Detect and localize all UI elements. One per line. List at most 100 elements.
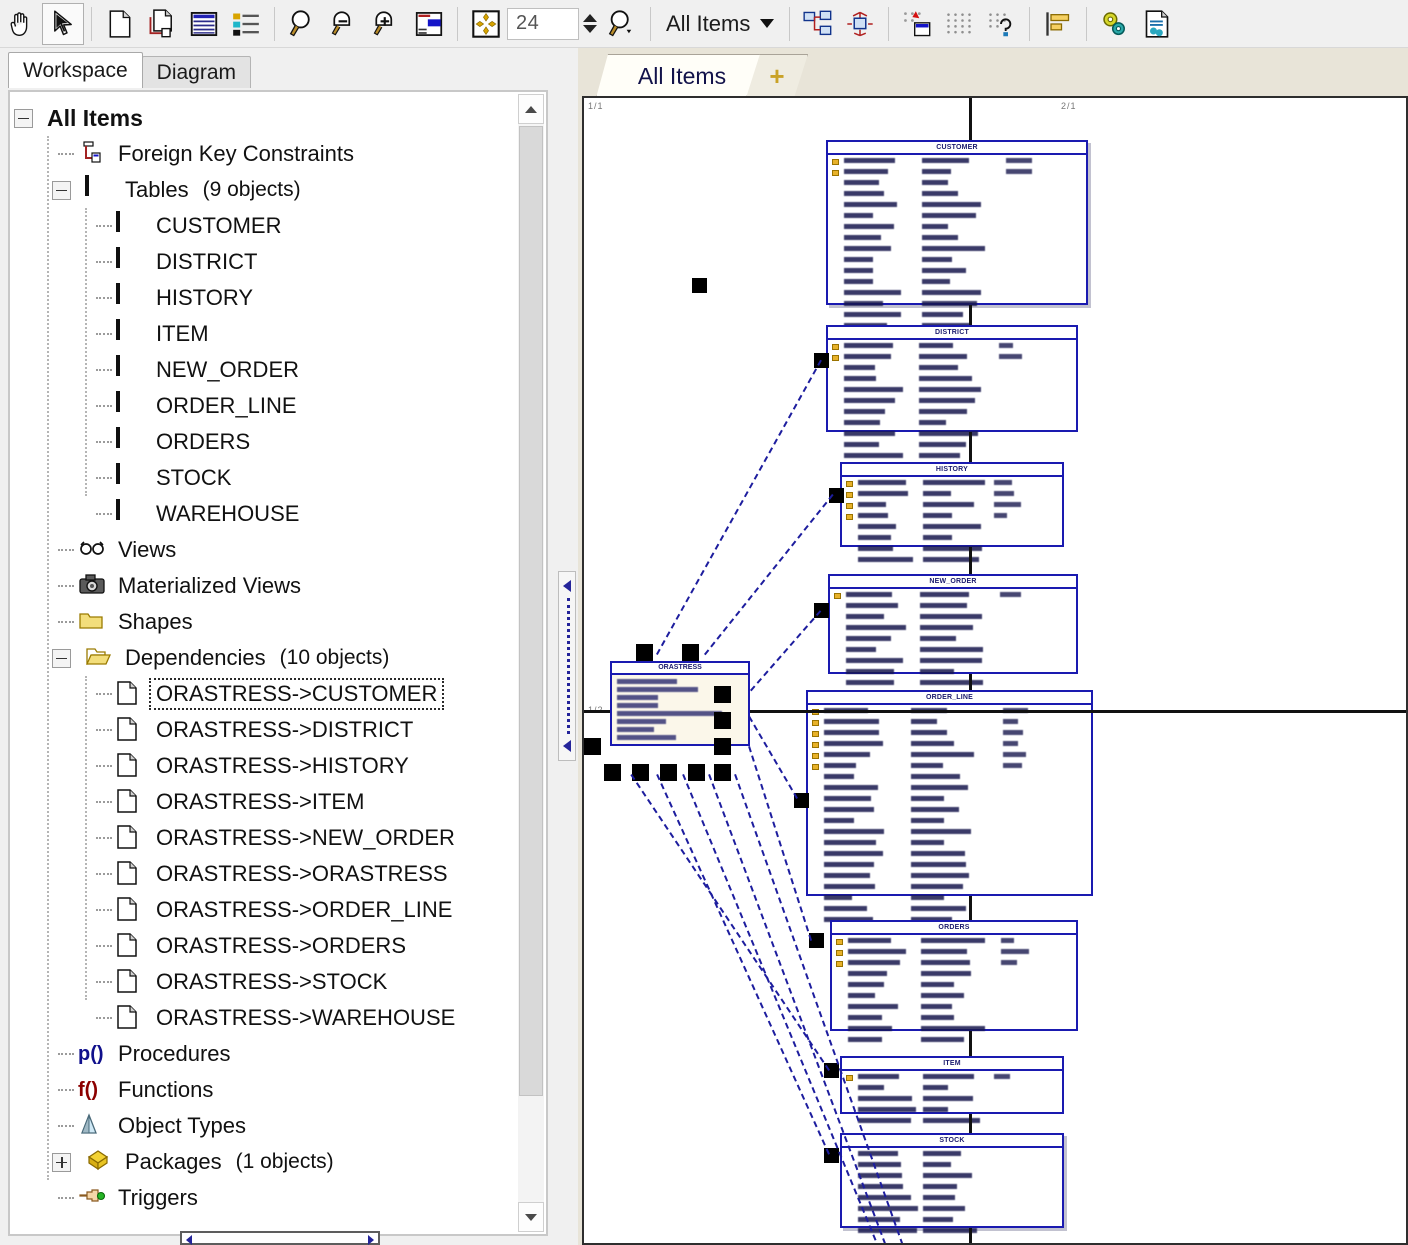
collapse-icon[interactable]	[52, 648, 71, 668]
entity-box[interactable]: ITEM	[840, 1056, 1064, 1123]
attribute-type	[918, 376, 972, 381]
selection-handle[interactable]	[714, 686, 731, 703]
toolbar-separator-7	[1029, 6, 1031, 41]
show-table-grid-button[interactable]	[183, 3, 225, 45]
pane-splitter[interactable]	[556, 48, 578, 1245]
tree-horizontal-scrollbar[interactable]	[180, 1231, 380, 1245]
diagram-tab-all-items[interactable]: All Items	[596, 54, 768, 98]
tree-item-all-items[interactable]: All Items	[10, 100, 518, 136]
new-subview-button[interactable]	[141, 3, 183, 45]
collapse-icon[interactable]	[52, 180, 71, 200]
connection-anchor[interactable]	[692, 278, 707, 293]
dependencies-folder-icon	[85, 645, 115, 667]
attribute-name	[844, 224, 894, 229]
tree-scroll-track[interactable]	[518, 126, 544, 1200]
tree-item-icon	[116, 463, 146, 491]
tab-diagram[interactable]: Diagram	[141, 56, 252, 88]
attribute-name	[844, 279, 873, 284]
tree-item-orastress-warehouse[interactable]: ORASTRESS->WAREHOUSE	[10, 1000, 518, 1036]
selected-package-node[interactable]: ORASTRESS	[610, 661, 750, 746]
document-icon	[116, 1005, 146, 1029]
tree-item-materialized-views[interactable]: Materialized Views	[10, 568, 518, 604]
selection-handle[interactable]	[714, 712, 731, 729]
diagram-canvas[interactable]: 1/1 2/1 1/2 CUSTOMERDISTRICTHISTORYNEW_O…	[582, 96, 1408, 1245]
auto-layout-radial-button[interactable]	[839, 3, 881, 45]
tree-item-label: Triggers	[118, 1185, 198, 1210]
tree-item-packages[interactable]: Packages (1 objects)	[10, 1144, 518, 1180]
tree-item-procedures[interactable]: p() Procedures	[10, 1036, 518, 1072]
tree-item-icon	[78, 537, 108, 563]
zoom-out-button[interactable]	[324, 3, 366, 45]
selection-handle[interactable]	[682, 644, 699, 661]
tree-scroll-up-button[interactable]	[518, 94, 544, 124]
zoom-to-selection-button[interactable]	[408, 3, 450, 45]
expand-icon[interactable]	[52, 1152, 71, 1172]
new-diagram-button[interactable]	[99, 3, 141, 45]
tree-line	[58, 1125, 74, 1127]
tree-item-content: ORDERS	[156, 429, 250, 455]
zoom-in-button[interactable]	[366, 3, 408, 45]
collapse-icon[interactable]	[14, 108, 33, 128]
auto-layout-blocks-button[interactable]	[797, 3, 839, 45]
tree-item-content: NEW_ORDER	[156, 357, 299, 383]
grid-settings-button[interactable]	[980, 3, 1022, 45]
entity-attribute-row	[828, 256, 1086, 267]
tree-item-foreign-key-constraints[interactable]: Foreign Key Constraints	[10, 136, 518, 172]
selection-handle[interactable]	[660, 764, 677, 781]
engineering-options-button[interactable]	[1094, 3, 1136, 45]
splitter-grip[interactable]	[558, 571, 576, 761]
tree-item-triggers[interactable]: Triggers	[10, 1180, 518, 1216]
generate-report-button[interactable]	[1136, 3, 1178, 45]
show-grid-button[interactable]	[938, 3, 980, 45]
main-toolbar: 24 All Items	[0, 0, 1408, 48]
entity-box[interactable]: HISTORY	[840, 462, 1064, 562]
tree-item-functions[interactable]: f() Functions	[10, 1072, 518, 1108]
tree-item-tables[interactable]: Tables (9 objects)	[10, 172, 518, 208]
entity-attribute-row	[828, 212, 1086, 223]
connection-anchor[interactable]	[809, 933, 824, 948]
fit-to-window-button[interactable]	[465, 3, 507, 45]
entity-attribute-row	[832, 1036, 1076, 1047]
attribute-type	[921, 993, 965, 998]
primary-key-icon	[832, 344, 839, 350]
selection-handle[interactable]	[636, 644, 653, 661]
zoom-level-input[interactable]: 24	[507, 7, 579, 40]
selection-handle[interactable]	[584, 738, 601, 755]
entity-box[interactable]: CUSTOMER	[826, 140, 1088, 339]
selection-handle[interactable]	[714, 764, 731, 781]
selection-handle[interactable]	[688, 764, 705, 781]
select-pointer-tool-button[interactable]	[42, 2, 84, 45]
zoom-tool-button[interactable]	[282, 3, 324, 45]
tree-item-icon	[85, 175, 115, 203]
show-list-button[interactable]	[225, 3, 267, 45]
align-objects-button[interactable]	[1037, 3, 1079, 45]
tree-item-dependencies[interactable]: Dependencies (10 objects)	[10, 640, 518, 676]
tree-item-views[interactable]: Views	[10, 532, 518, 568]
selection-handle[interactable]	[714, 738, 731, 755]
pan-hand-tool-button[interactable]	[0, 3, 42, 45]
document-icon	[116, 969, 146, 993]
entity-box[interactable]: ORDER_LINE	[806, 690, 1093, 922]
toolbar-separator-5	[789, 6, 791, 41]
tree-line	[96, 693, 112, 695]
view-selector-dropdown[interactable]: All Items	[658, 11, 782, 37]
entity-box[interactable]: DISTRICT	[826, 325, 1078, 458]
selection-handle[interactable]	[604, 764, 621, 781]
tree-scroll-thumb[interactable]	[519, 126, 543, 1096]
entity-box[interactable]: NEW_ORDER	[828, 574, 1078, 685]
tree-item-shapes[interactable]: Shapes	[10, 604, 518, 640]
tree-item-object-types[interactable]: Object Types	[10, 1108, 518, 1144]
attribute-name	[844, 246, 891, 251]
tree-scroll-down-button[interactable]	[518, 1202, 544, 1232]
zoom-stepper[interactable]	[579, 7, 601, 41]
tree-item-content: ORASTRESS->ITEM	[156, 789, 364, 815]
zoom-stepper-up[interactable]	[583, 14, 597, 22]
tree-vertical-scrollbar[interactable]	[518, 94, 544, 1232]
zoom-percent-button[interactable]	[601, 3, 643, 45]
tab-workspace[interactable]: Workspace	[8, 52, 143, 88]
entity-box[interactable]: ORDERS	[830, 920, 1078, 1042]
tree-item-warehouse[interactable]: WAREHOUSE	[10, 496, 518, 532]
snap-to-grid-button[interactable]	[896, 3, 938, 45]
tree-item-icon	[116, 681, 146, 707]
zoom-stepper-down[interactable]	[583, 25, 597, 33]
